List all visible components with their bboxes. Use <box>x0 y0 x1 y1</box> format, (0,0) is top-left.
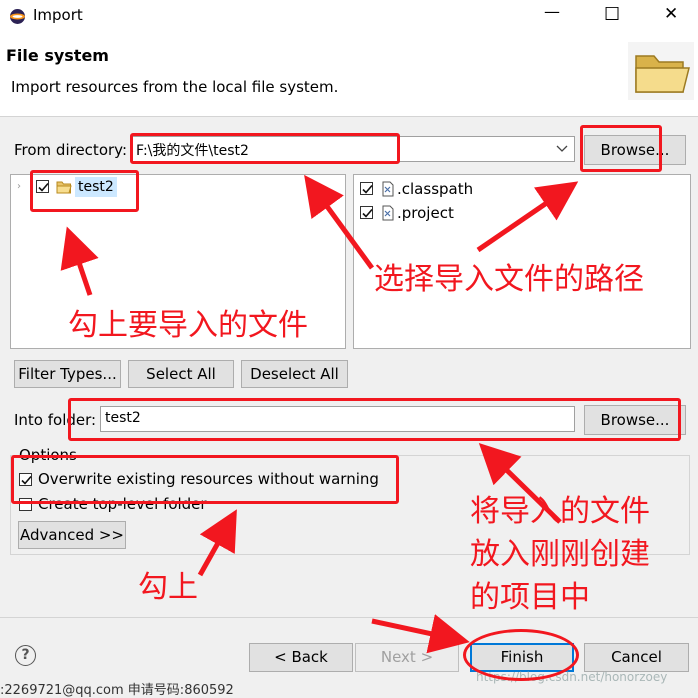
expand-arrow-icon[interactable]: › <box>17 181 21 192</box>
file-name: .project <box>397 204 454 222</box>
footer-divider <box>0 617 698 618</box>
annotation-box-directory <box>130 133 400 164</box>
chevron-down-icon[interactable] <box>556 145 568 153</box>
annotation-path-note: 选择导入文件的路径 <box>374 262 644 297</box>
wizard-header: File system Import resources from the lo… <box>0 32 698 117</box>
file-checkbox[interactable] <box>360 182 373 195</box>
file-name: .classpath <box>397 180 474 198</box>
help-icon[interactable]: ? <box>15 645 36 666</box>
file-icon <box>382 205 394 221</box>
annotation-box-browse <box>580 125 662 172</box>
arrow-to-finish <box>371 614 470 654</box>
annotation-box-tree <box>30 170 139 212</box>
page-title: File system <box>6 46 109 65</box>
deselect-all-button[interactable]: Deselect All <box>241 360 348 388</box>
annotation-folder-note-2: 放入刚刚创建 <box>470 537 650 572</box>
close-icon[interactable]: ✕ <box>664 4 678 24</box>
minimize-icon[interactable]: — <box>544 2 560 21</box>
annotation-folder-note-1: 将导入的文件 <box>470 494 650 529</box>
back-button[interactable]: < Back <box>249 643 353 672</box>
cancel-button[interactable]: Cancel <box>584 643 689 672</box>
list-item[interactable]: .project <box>360 203 680 225</box>
maximize-icon[interactable]: ☐ <box>604 4 620 25</box>
from-directory-label: From directory: <box>14 141 127 159</box>
advanced-button[interactable]: Advanced >> <box>18 521 126 549</box>
title-bar: Import — ☐ ✕ <box>0 0 698 32</box>
app-icon <box>10 9 25 24</box>
window-title: Import <box>33 6 83 24</box>
list-item[interactable]: .classpath <box>360 179 680 201</box>
file-checkbox[interactable] <box>360 206 373 219</box>
annotation-check-note: 勾上要导入的文件 <box>68 308 308 343</box>
annotation-box-into-folder <box>68 398 681 441</box>
annotation-folder-note-3: 的项目中 <box>470 580 590 615</box>
page-description: Import resources from the local file sys… <box>11 78 339 96</box>
annotation-ellipse-finish <box>463 629 579 681</box>
folder-banner-icon <box>628 42 694 100</box>
file-icon <box>382 181 394 197</box>
watermark-left: :2269721@qq.com 申请号码:860592 <box>0 683 234 698</box>
annotation-box-overwrite <box>11 455 399 504</box>
next-button: Next > <box>355 643 459 672</box>
filter-types-button[interactable]: Filter Types... <box>14 360 121 388</box>
select-all-button[interactable]: Select All <box>128 360 234 388</box>
annotation-checkbox-note: 勾上 <box>138 570 198 605</box>
